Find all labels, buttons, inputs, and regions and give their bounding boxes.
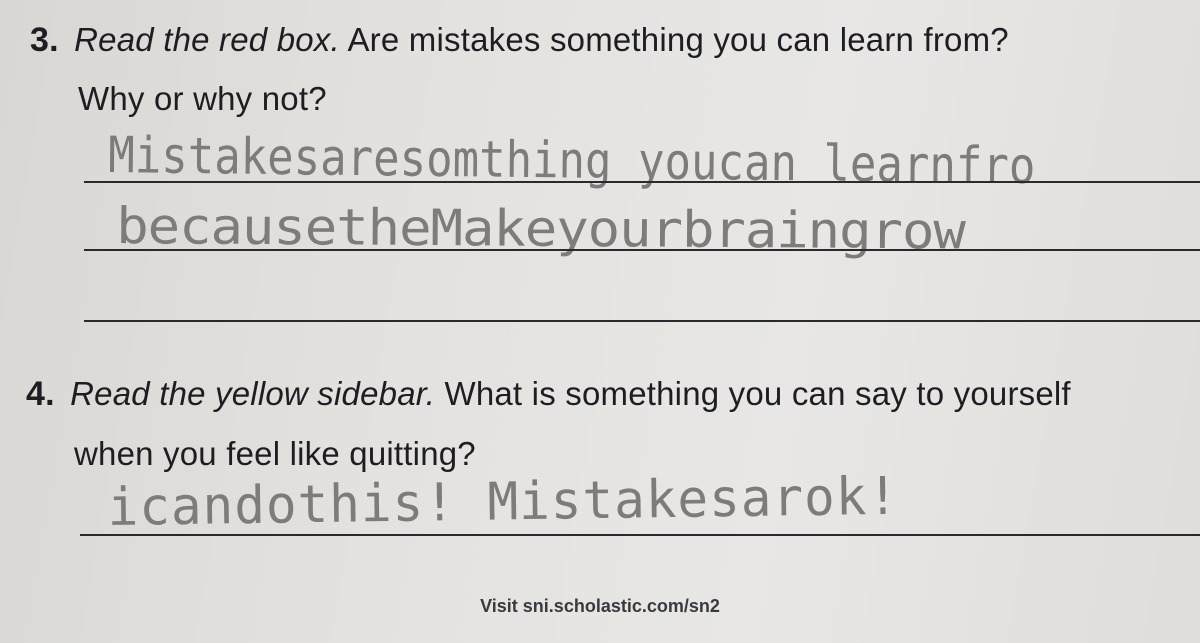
answer-rule — [80, 534, 1200, 536]
question-3-prompt-line2: Why or why not? — [78, 80, 327, 117]
question-3-prompt-text: Are mistakes something you can learn fro… — [347, 21, 1009, 58]
footer-url: Visit sni.scholastic.com/sn2 — [480, 596, 720, 616]
question-4-prompt: 4. Read the yellow sidebar. What is some… — [26, 375, 1071, 414]
answer-rule — [84, 181, 1200, 183]
question-3-answer-line-1: Mistakesaresomthing youcan learnfro — [108, 126, 1036, 196]
question-3-number: 3. — [30, 21, 59, 59]
question-4-number: 4. — [26, 375, 55, 413]
question-3-prompt: 3. Read the red box. Are mistakes someth… — [30, 21, 1009, 60]
question-3-lead: Read the red box. — [74, 21, 340, 58]
answer-rule — [84, 320, 1200, 322]
question-4-lead: Read the yellow sidebar. — [70, 375, 436, 412]
question-4-prompt-line2: when you feel like quitting? — [74, 435, 476, 472]
answer-rule — [84, 249, 1200, 251]
question-4-prompt-text: What is something you can say to yoursel… — [444, 375, 1071, 412]
question-4-answer-line-1: icandothis! Mistakesarok! — [107, 466, 900, 538]
